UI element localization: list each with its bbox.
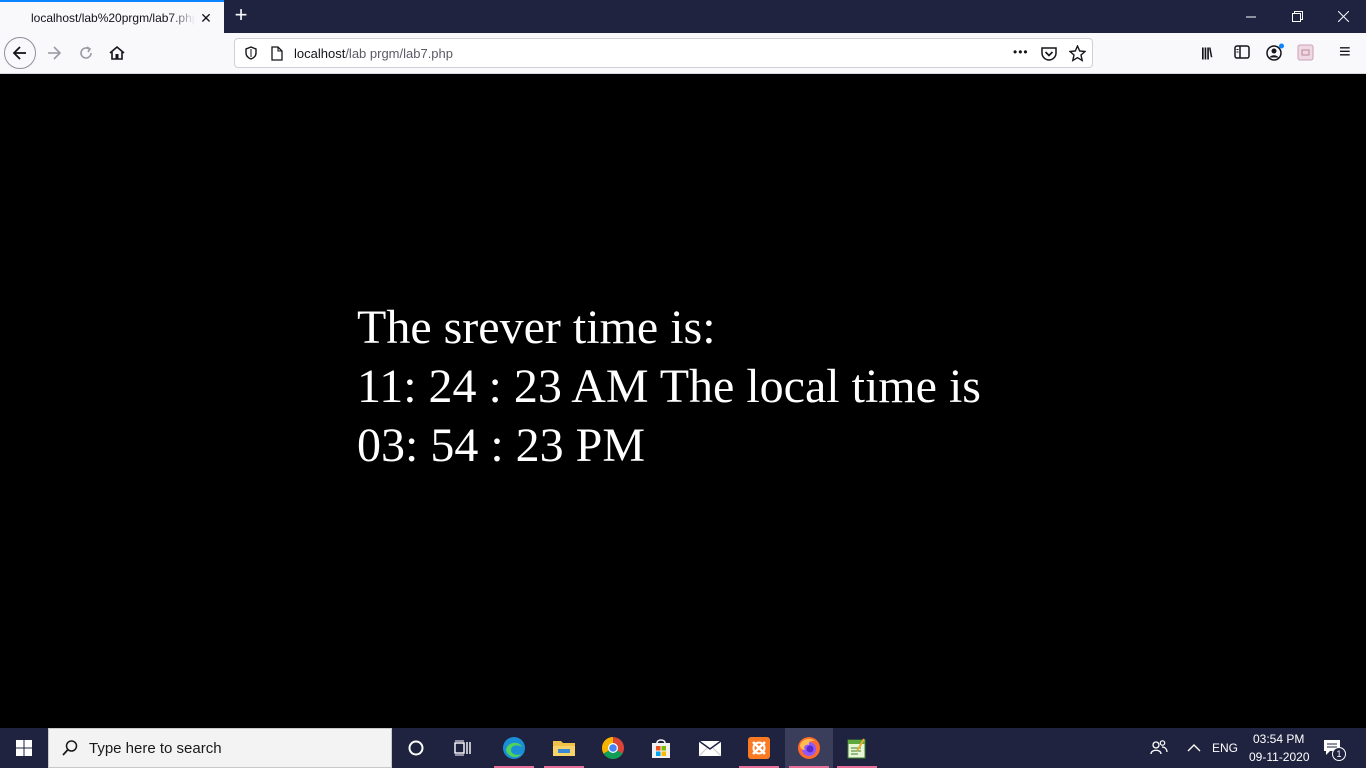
- windows-icon: [16, 740, 32, 756]
- mail-icon: [698, 740, 722, 757]
- reload-button[interactable]: [70, 37, 102, 69]
- chrome-icon: [602, 737, 624, 759]
- file-explorer-button[interactable]: [540, 728, 588, 768]
- minimize-button[interactable]: [1228, 0, 1274, 33]
- shield-icon: [245, 46, 257, 60]
- server-time-line: 11: 24 : 23 AM The local time is: [357, 360, 981, 413]
- cortana-button[interactable]: [392, 728, 440, 768]
- star-icon: [1069, 45, 1086, 62]
- local-time-value: 03: 54 : 23 PM: [357, 419, 646, 472]
- tab-close-icon[interactable]: ✕: [198, 10, 214, 26]
- taskbar: Type here to search ENG 03:54 PM 09-11-2…: [0, 728, 1366, 768]
- account-icon[interactable]: [1265, 43, 1285, 61]
- page-actions-button[interactable]: •••: [1013, 45, 1029, 59]
- page-content: The srever time is: 11: 24 : 23 AM The l…: [0, 74, 1366, 728]
- restore-icon: [1291, 11, 1303, 22]
- xampp-button[interactable]: [735, 728, 783, 768]
- close-window-button[interactable]: [1320, 0, 1366, 33]
- notepad-icon: [847, 738, 866, 759]
- forward-button[interactable]: [38, 37, 70, 69]
- clock-time[interactable]: 03:54 PM: [1253, 732, 1304, 746]
- arrow-left-icon: [12, 46, 26, 60]
- tab-title: localhost/lab%20prgm/lab7.php: [31, 10, 195, 25]
- mail-button[interactable]: [686, 728, 734, 768]
- reload-icon: [80, 46, 92, 59]
- new-tab-button[interactable]: +: [230, 4, 252, 27]
- extension-icon[interactable]: [1297, 44, 1314, 61]
- search-icon: [62, 740, 78, 756]
- action-center-button[interactable]: 1: [1322, 738, 1348, 761]
- library-icon[interactable]: |||\: [1201, 45, 1212, 60]
- home-icon: [109, 45, 125, 60]
- firefox-button[interactable]: [785, 728, 833, 768]
- page-icon: [271, 46, 283, 61]
- language-indicator[interactable]: ENG: [1212, 741, 1238, 755]
- people-icon[interactable]: [1150, 739, 1168, 757]
- chrome-button[interactable]: [589, 728, 637, 768]
- browser-titlebar: localhost/lab%20prgm/lab7.php ✕ +: [0, 0, 1366, 33]
- url-host: localhost: [294, 46, 346, 61]
- minimize-icon: [1246, 16, 1256, 17]
- clock-date[interactable]: 09-11-2020: [1249, 750, 1310, 764]
- notification-badge: 1: [1332, 747, 1346, 761]
- taskbar-search[interactable]: Type here to search: [48, 728, 392, 768]
- url-bar[interactable]: localhost/lab prgm/lab7.php •••: [234, 38, 1093, 68]
- tab-active[interactable]: localhost/lab%20prgm/lab7.php ✕: [0, 0, 224, 33]
- cortana-icon: [408, 740, 424, 756]
- close-icon: [1337, 11, 1349, 22]
- home-button[interactable]: [101, 37, 133, 69]
- edge-icon: [503, 737, 525, 759]
- pocket-icon: [1041, 47, 1057, 61]
- notepad-button[interactable]: [833, 728, 881, 768]
- store-button[interactable]: [637, 728, 685, 768]
- url-path: /lab prgm/lab7.php: [345, 46, 453, 61]
- back-button[interactable]: [4, 37, 36, 69]
- time-message: The srever time is: 11: 24 : 23 AM The l…: [357, 298, 1057, 475]
- task-view-button[interactable]: [440, 728, 488, 768]
- search-placeholder: Type here to search: [89, 739, 222, 757]
- browser-toolbar: localhost/lab prgm/lab7.php ••• |||\ ≡: [0, 33, 1366, 74]
- chevron-up-icon[interactable]: [1187, 743, 1201, 753]
- sidebar-icon[interactable]: [1234, 45, 1250, 59]
- folder-icon: [553, 741, 575, 756]
- xampp-icon: [748, 737, 770, 759]
- server-time-label: The srever time is:: [357, 301, 716, 354]
- restore-button[interactable]: [1274, 0, 1320, 33]
- store-icon: [652, 739, 670, 758]
- start-button[interactable]: [0, 728, 48, 768]
- task-view-icon: [454, 740, 471, 756]
- firefox-icon: [798, 737, 820, 759]
- url-text[interactable]: localhost/lab prgm/lab7.php: [294, 46, 453, 61]
- menu-button[interactable]: ≡: [1339, 41, 1351, 64]
- arrow-right-icon: [48, 46, 62, 60]
- edge-button[interactable]: [490, 728, 538, 768]
